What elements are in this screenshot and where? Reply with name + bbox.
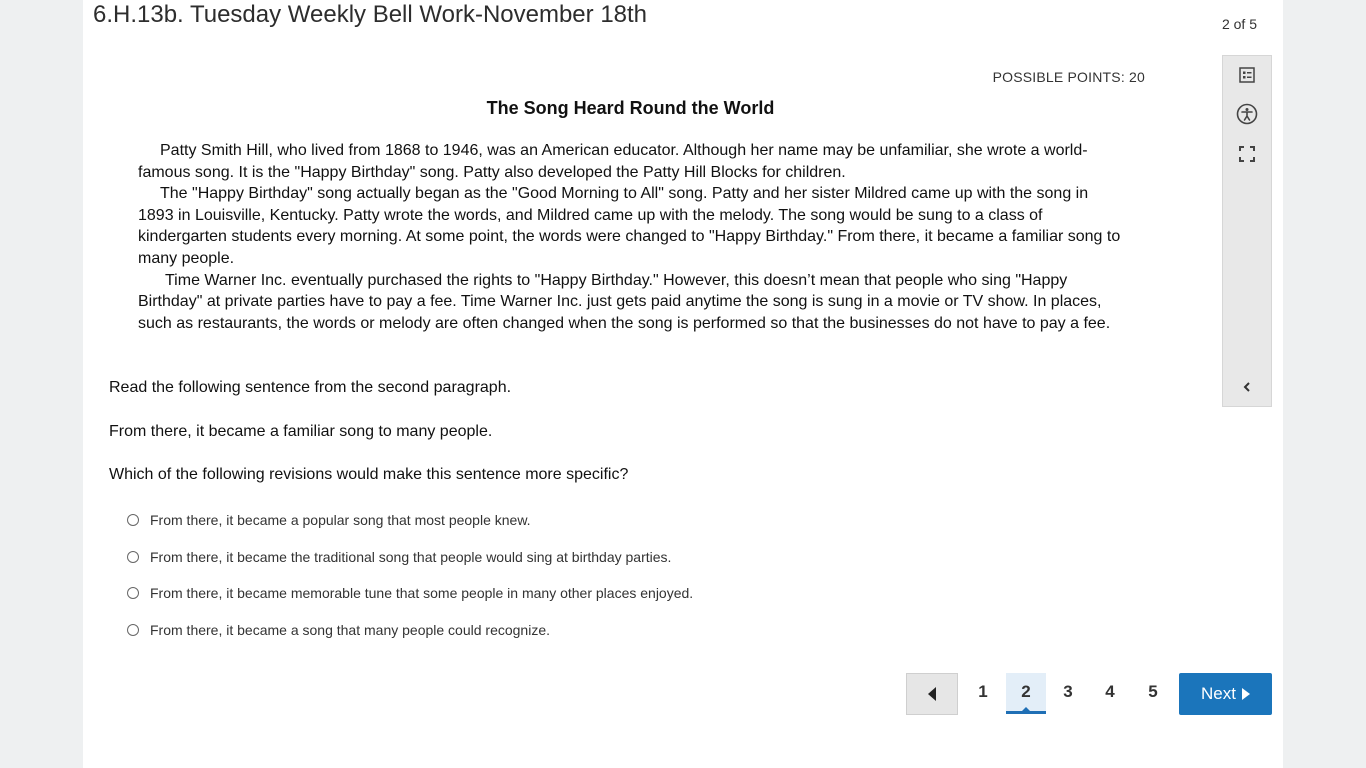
radio-button[interactable] xyxy=(127,550,139,563)
question-prompt-intro: Read the following sentence from the sec… xyxy=(109,379,512,396)
page-link-5[interactable]: 5 xyxy=(1133,673,1173,711)
radio-button[interactable] xyxy=(127,587,139,599)
answer-choice-d[interactable]: From there, it became a song that many p… xyxy=(127,618,927,642)
radio-button[interactable] xyxy=(127,514,139,526)
page-link-1[interactable]: 1 xyxy=(963,673,1003,711)
question-stem: Which of the following revisions would m… xyxy=(109,466,629,483)
page-link-3[interactable]: 3 xyxy=(1048,673,1088,711)
next-button[interactable]: Next xyxy=(1179,673,1272,715)
page-title: 6.H.13b. Tuesday Weekly Bell Work-Novemb… xyxy=(93,1,648,28)
next-button-label: Next xyxy=(1201,684,1236,703)
caret-right-icon xyxy=(1241,688,1250,700)
answer-choice-b[interactable]: From there, it became the traditional so… xyxy=(127,545,927,569)
answer-choice-c[interactable]: From there, it became memorable tune tha… xyxy=(127,581,927,605)
fullscreen-icon[interactable] xyxy=(1235,142,1259,166)
answer-choice-a[interactable]: From there, it became a popular song tha… xyxy=(127,508,927,532)
collapse-chevron-icon[interactable] xyxy=(1235,375,1259,399)
passage-paragraph-2: The "Happy Birthday" song actually began… xyxy=(138,185,1121,267)
question-list-icon[interactable] xyxy=(1235,63,1259,87)
possible-points: POSSIBLE POINTS: 20 xyxy=(992,69,1145,85)
caret-left-icon xyxy=(928,687,936,701)
tool-sidebar xyxy=(1222,55,1272,407)
reading-passage: Patty Smith Hill, who lived from 1868 to… xyxy=(138,140,1128,334)
page-link-2[interactable]: 2 xyxy=(1006,673,1046,714)
passage-paragraph-3: Time Warner Inc. eventually purchased th… xyxy=(138,271,1111,332)
answer-choices: From there, it became a popular song tha… xyxy=(127,508,927,654)
previous-button[interactable] xyxy=(906,673,958,715)
answer-choice-label: From there, it became a song that many p… xyxy=(150,621,550,638)
question-quoted-sentence: From there, it became a familiar song to… xyxy=(109,423,493,440)
quiz-card: 6.H.13b. Tuesday Weekly Bell Work-Novemb… xyxy=(83,0,1283,768)
passage-title: The Song Heard Round the World xyxy=(486,98,775,118)
accessibility-icon[interactable] xyxy=(1235,102,1259,126)
answer-choice-label: From there, it became the traditional so… xyxy=(150,548,672,565)
question-counter: 2 of 5 xyxy=(1221,16,1257,32)
answer-choice-label: From there, it became a popular song tha… xyxy=(150,512,531,528)
answer-choice-label: From there, it became memorable tune tha… xyxy=(150,585,694,601)
radio-button[interactable] xyxy=(127,623,139,636)
page-link-4[interactable]: 4 xyxy=(1090,673,1130,711)
passage-paragraph-1: Patty Smith Hill, who lived from 1868 to… xyxy=(138,142,1088,181)
